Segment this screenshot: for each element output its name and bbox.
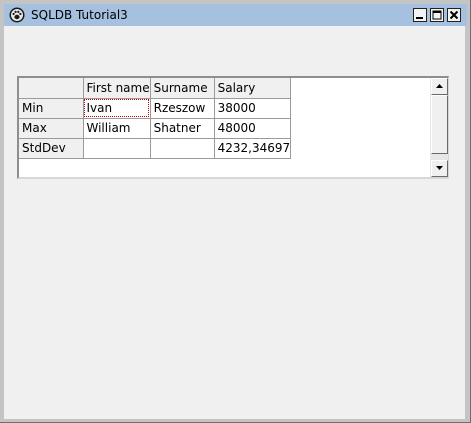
close-icon — [449, 10, 459, 20]
header-row: First name Surname Salary — [19, 78, 292, 99]
table-row: StdDev 4232,34697 — [19, 138, 292, 159]
window-title: SQLDB Tutorial3 — [31, 8, 128, 22]
corner-header — [19, 78, 84, 99]
row-header-stddev[interactable]: StdDev — [19, 138, 84, 159]
grid-cell[interactable]: Shatner — [150, 118, 215, 139]
minimize-icon — [416, 17, 423, 19]
scroll-up-button[interactable] — [431, 78, 448, 95]
arrow-up-icon — [436, 84, 443, 88]
grid-cell[interactable]: Ivan — [83, 98, 151, 119]
client-area: First name Surname Salary Min Ivan Rzesz… — [4, 26, 465, 419]
grid-cell[interactable]: 38000 — [214, 98, 292, 119]
grid-table: First name Surname Salary Min Ivan Rzesz… — [19, 78, 292, 159]
title-bar[interactable]: SQLDB Tutorial3 — [4, 4, 467, 26]
grid-cell[interactable]: 48000 — [214, 118, 292, 139]
paw-icon[interactable] — [9, 7, 25, 23]
maximize-icon — [432, 10, 442, 20]
string-grid[interactable]: First name Surname Salary Min Ivan Rzesz… — [17, 76, 449, 179]
scroll-down-button[interactable] — [431, 160, 448, 177]
scroll-thumb[interactable] — [431, 95, 448, 154]
table-row: Max William Shatner 48000 — [19, 118, 292, 139]
maximize-button[interactable] — [430, 8, 444, 22]
table-row: Min Ivan Rzeszow 38000 — [19, 98, 292, 119]
row-header-max[interactable]: Max — [19, 118, 84, 139]
arrow-down-icon — [436, 166, 443, 170]
grid-cell[interactable]: William — [83, 118, 151, 139]
grid-cell[interactable]: Rzeszow — [150, 98, 215, 119]
column-header-first-name[interactable]: First name — [83, 78, 151, 99]
minimize-button[interactable] — [413, 8, 427, 22]
vertical-scrollbar[interactable] — [430, 78, 448, 177]
grid-cell[interactable]: 4232,34697 — [214, 138, 292, 159]
row-header-min[interactable]: Min — [19, 98, 84, 119]
column-header-salary[interactable]: Salary — [214, 78, 292, 99]
column-header-surname[interactable]: Surname — [150, 78, 215, 99]
grid-cell[interactable] — [150, 138, 215, 159]
grid-cell[interactable] — [83, 138, 151, 159]
main-window: SQLDB Tutorial3 First name Surname Salar… — [0, 0, 471, 423]
close-button[interactable] — [447, 8, 461, 22]
